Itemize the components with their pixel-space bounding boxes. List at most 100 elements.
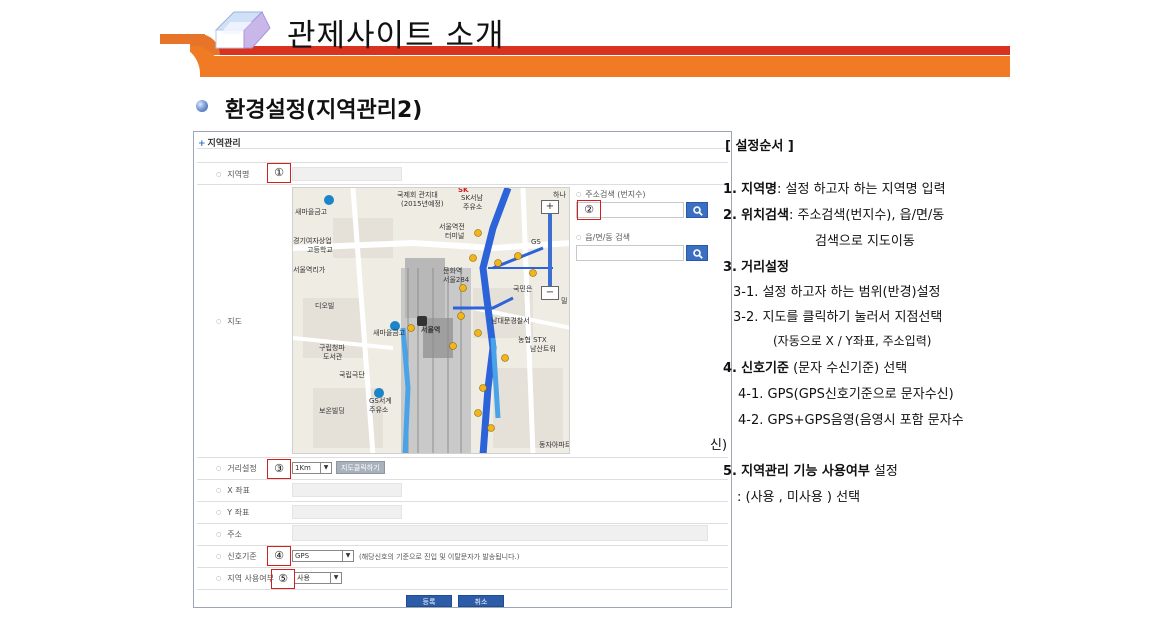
step-1-number: 1. (723, 182, 737, 197)
map-label-year: (2015년예정) (401, 200, 444, 208)
divider (197, 589, 728, 590)
step-3-2: 3-2. 지도를 클릭하기 눌러서 지점선택 (733, 310, 943, 325)
distance-label: 거리설정 (216, 463, 256, 474)
map-label-saemaul: 새마을금고 (295, 208, 328, 216)
map-label-dongja: 동자아파트 (539, 441, 570, 449)
region-name-label: 지역명 (216, 169, 249, 180)
marker-3: ③ (267, 459, 291, 479)
search-icon (693, 206, 703, 216)
bullet-icon (196, 100, 208, 112)
distance-select[interactable]: 1Km ▼ (292, 462, 332, 474)
divider (197, 457, 728, 458)
step-4-text: (문자 수신기준) 선택 (793, 361, 908, 376)
map-label-dio: 디오빌 (315, 302, 335, 310)
chevron-down-icon: ▼ (342, 551, 353, 561)
map-label: 지도 (216, 316, 242, 327)
step-5-number: 5. (723, 464, 737, 479)
address-lot-search-button[interactable] (686, 202, 708, 218)
zoom-in-button[interactable]: + (541, 200, 559, 214)
map-view[interactable]: 국제회 관지대 (2015년예정) SK SK서남 주유소 하나 새마을금고 경… (292, 187, 570, 454)
step-2-title: 위치검색 (741, 208, 789, 223)
divider (197, 184, 728, 185)
step-4-2-continued: 신) (710, 438, 728, 453)
map-label-library-2: 도서관 (323, 353, 343, 361)
usage-select[interactable]: 사용 ▼ (294, 572, 342, 584)
step-4-title: 신호기준 (741, 361, 789, 376)
map-label-gukmin: 국민은 (513, 285, 533, 293)
map-label-seoul-upper: 서울역리가 (293, 266, 326, 274)
zoom-control: + − (541, 200, 559, 300)
step-2-text: : 주소검색(번지수), 읍/면/동 (788, 208, 945, 223)
region-name-input[interactable] (292, 167, 402, 181)
marker-2: ② (577, 200, 601, 220)
map-label-stx-2: 남산트워 (530, 345, 556, 353)
step-4: 4. 신호기준 (문자 수신기준) 선택 (723, 357, 907, 376)
map-label-theatre: 국립극단 (339, 371, 365, 379)
divider (197, 567, 728, 568)
usage-select-value: 사용 (297, 574, 310, 582)
address-town-label: 읍/면/동 검색 (576, 232, 630, 243)
step-3: 3. 거리설정 (723, 256, 789, 275)
step-3-1: 3-1. 설정 하고자 하는 범위(반경)설정 (733, 285, 941, 300)
address-label: 주소 (216, 529, 242, 540)
step-3-title: 거리설정 (741, 260, 789, 275)
section-title: 환경설정(지역관리2) (225, 98, 423, 123)
signal-select-value: GPS (295, 552, 310, 560)
signal-select[interactable]: GPS ▼ (292, 550, 354, 562)
y-coord-label: Y 좌표 (216, 507, 249, 518)
map-label-saemaul-2: 새마을금고 (373, 329, 406, 337)
signal-note: (해당신호의 기준으로 진입 및 이탈문자가 발송됩니다.) (359, 553, 520, 561)
map-label-gs: GS (531, 238, 541, 246)
marker-5: ⑤ (271, 569, 295, 589)
marker-4: ④ (267, 546, 291, 566)
map-label-boeun: 보온빌딩 (319, 407, 345, 415)
map-label-seoul-station: 서울역 (421, 326, 441, 334)
step-5-continued: : (사용 , 미사용 ) 선택 (737, 490, 861, 505)
map-label-gas-station: 주유소 (463, 203, 483, 211)
header-orange-stripe (200, 56, 1010, 77)
usage-label: 지역 사용여부 (216, 573, 274, 584)
step-3-2-continued: (자동으로 X / Y좌표, 주소입력) (773, 334, 932, 348)
step-2-continued: 검색으로 지도이동 (815, 234, 915, 249)
signal-label: 신호기준 (216, 551, 256, 562)
address-town-search-button[interactable] (686, 245, 708, 261)
step-5-text: 설정 (873, 464, 898, 479)
instructions-heading: [ 설정순서 ] (725, 139, 794, 154)
chevron-down-icon: ▼ (320, 463, 331, 473)
cube-logo-icon (214, 11, 271, 49)
map-click-button[interactable]: 지도클릭하기 (336, 461, 385, 474)
map-label-terminal-2: 터미널 (445, 232, 465, 240)
step-1: 1. 지역명: 설정 하고자 하는 지역명 입력 (723, 178, 946, 197)
step-1-text: : 설정 하고자 하는 지역명 입력 (777, 182, 946, 197)
page-title: 관제사이트 소개 (287, 18, 505, 54)
divider (197, 523, 728, 524)
submit-button[interactable]: 등록 (406, 595, 452, 607)
x-coord-input[interactable] (292, 483, 402, 497)
distance-select-value: 1Km (295, 464, 311, 472)
step-2: 2. 위치검색: 주소검색(번지수), 읍/면/동 (723, 204, 944, 223)
divider (197, 501, 728, 502)
header-orange-tab (160, 34, 205, 44)
step-3-number: 3. (723, 260, 737, 275)
step-4-number: 4. (723, 361, 737, 376)
y-coord-input[interactable] (292, 505, 402, 519)
zoom-track[interactable] (548, 214, 552, 286)
address-input[interactable] (292, 525, 708, 541)
map-label-police: 남대문경찰서 (491, 317, 530, 325)
x-coord-label: X 좌표 (216, 485, 250, 496)
map-label-girls-school-2: 고등학교 (307, 246, 333, 254)
step-4-1: 4-1. GPS(GPS신호기준으로 문자수신) (738, 387, 954, 402)
step-4-2: 4-2. GPS+GPS음영(음영시 포함 문자수 (738, 413, 964, 428)
search-icon (693, 249, 703, 259)
region-management-panel: +지역관리 지역명 ① 지도 (193, 131, 732, 608)
zoom-out-button[interactable]: − (541, 286, 559, 300)
map-label-mil: 밀 (561, 297, 568, 305)
address-lot-label: 주소검색 (번지수) (576, 189, 645, 200)
cancel-button[interactable]: 취소 (458, 595, 504, 607)
step-5: 5. 지역관리 기능 사용여부 설정 (723, 460, 898, 479)
address-town-input[interactable] (576, 245, 684, 261)
chevron-down-icon: ▼ (330, 573, 341, 583)
map-label-hana: 하나 (553, 191, 566, 199)
step-1-title: 지역명 (741, 182, 778, 197)
map-label-culture-2: 서울284 (443, 276, 470, 284)
